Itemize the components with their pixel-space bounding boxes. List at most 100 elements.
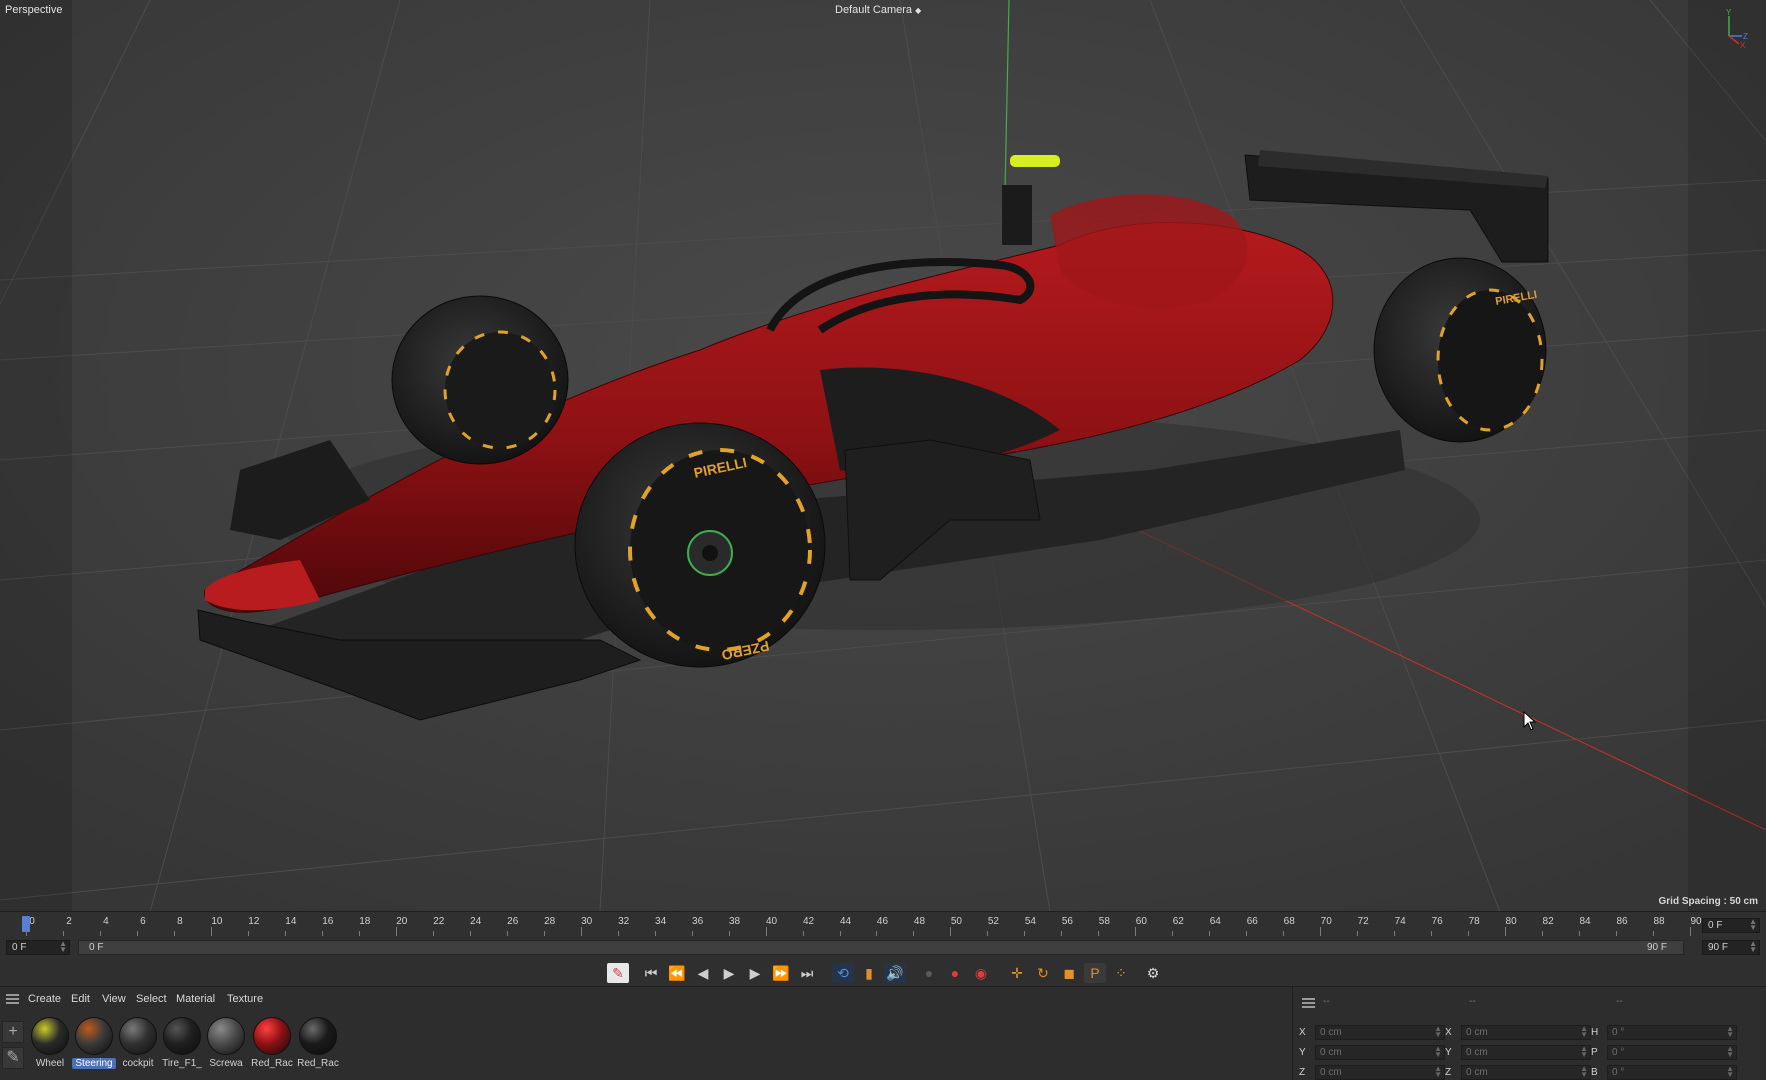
material-swatch[interactable]: Wheel (28, 1017, 72, 1077)
size-axis-label: Z (1445, 1067, 1452, 1078)
previous-key-icon[interactable]: ⏪ (666, 963, 688, 983)
key-parameter-icon[interactable]: P (1084, 963, 1106, 983)
spinner-icon[interactable]: ▲ ▼ (1726, 1045, 1734, 1059)
spinner-icon[interactable]: ▲ ▼ (1434, 1065, 1442, 1079)
scene-canvas[interactable]: PIRELLI PIRELLI PZERO (0, 0, 1766, 912)
timeline-tick-label: 8 (177, 916, 183, 927)
material-label: Steering (72, 1058, 116, 1069)
scheme-icon[interactable]: ⚙ (1142, 963, 1164, 983)
timeline-tick (469, 931, 471, 936)
timeline-tick-label: 60 (1135, 916, 1147, 927)
end-frame-field[interactable]: 90 F ▲ ▼ (1702, 940, 1760, 955)
key-position-icon[interactable]: ✛ (1006, 963, 1028, 983)
current-frame-spinner-icon[interactable]: ▲ ▼ (1749, 918, 1757, 932)
sound-icon[interactable]: 🔊 (884, 963, 906, 983)
material-swatch[interactable]: Screwa (204, 1017, 248, 1077)
previous-frame-icon[interactable]: ◀ (692, 963, 714, 983)
rotation-p-field[interactable]: 0 ° ▲ ▼ (1607, 1045, 1737, 1060)
timeline-tick-label: 82 (1542, 916, 1554, 927)
timeline-tick-label: 46 (876, 916, 889, 927)
spinner-icon[interactable]: ▲ ▼ (1726, 1065, 1734, 1079)
material-swatch[interactable]: Red_Rac (250, 1017, 294, 1077)
hamburger-menu-icon[interactable] (6, 994, 19, 1004)
menu-create[interactable]: Create (28, 993, 61, 1005)
size-z-field[interactable]: 0 cm ▲ ▼ (1461, 1065, 1591, 1080)
key-pla-icon[interactable]: ⁘ (1110, 963, 1132, 983)
safe-frame-left (0, 0, 72, 911)
spinner-icon[interactable]: ▲ ▼ (1580, 1025, 1588, 1039)
start-frame-field[interactable]: 0 F ▲ ▼ (6, 940, 70, 955)
spinner-icon[interactable]: ▲ ▼ (1434, 1025, 1442, 1039)
timeline-tick-label: 4 (103, 916, 109, 927)
timeline-tick (654, 931, 656, 936)
record-active-icon[interactable]: ● (944, 963, 966, 983)
material-preview-ball (207, 1017, 245, 1055)
coords-menu-icon[interactable] (1302, 998, 1315, 1008)
timeline-tick (1505, 927, 1507, 936)
start-frame-spinner-icon[interactable]: ▲ ▼ (59, 940, 67, 954)
timeline-tick-label: 70 (1320, 916, 1332, 927)
position-y-field[interactable]: 0 cm ▲ ▼ (1315, 1045, 1445, 1060)
next-key-icon[interactable]: ⏩ (770, 963, 792, 983)
timeline-tick (173, 931, 175, 936)
timeline-tick-label: 84 (1579, 916, 1591, 927)
rotation-h-field[interactable]: 0 ° ▲ ▼ (1607, 1025, 1737, 1040)
timeline-tick-label: 90 (1690, 916, 1702, 927)
timeline-tick (987, 931, 989, 936)
loop-icon[interactable]: ⟲ (832, 963, 854, 983)
timeline-tick-label: 52 (987, 916, 999, 927)
menu-edit[interactable]: Edit (71, 993, 90, 1005)
spinner-icon[interactable]: ▲ ▼ (1434, 1045, 1442, 1059)
viewport-mode-label[interactable]: Perspective (5, 4, 62, 16)
add-material-icon[interactable]: + (2, 1021, 24, 1043)
autokey-icon[interactable]: ◉ (970, 963, 992, 983)
material-swatch[interactable]: Steering (72, 1017, 116, 1077)
timeline-tick-label: 0 (29, 916, 35, 927)
material-label: Screwa (209, 1058, 243, 1069)
key-scale-icon[interactable]: ◼ (1058, 963, 1080, 983)
play-forward-icon[interactable]: ▶ (718, 963, 740, 983)
timeline-tick (913, 931, 915, 936)
spinner-icon[interactable]: ▲ ▼ (1580, 1045, 1588, 1059)
go-to-end-icon[interactable]: ⏭ (796, 963, 818, 983)
next-frame-icon[interactable]: ▶ (744, 963, 766, 983)
size-value: 0 cm (1466, 1067, 1488, 1078)
position-x-field[interactable]: 0 cm ▲ ▼ (1315, 1025, 1445, 1040)
timeline[interactable]: 0 2 4 6 8 10 12 14 16 18 20 22 24 26 28 30 32 34 36 38 40 42 4… (0, 912, 1766, 960)
material-swatch[interactable]: Red_Rac (296, 1017, 340, 1077)
material-swatch[interactable]: Tire_F1_ (160, 1017, 204, 1077)
menu-view[interactable]: View (102, 993, 126, 1005)
camera-menu-icon[interactable]: ◆ (915, 6, 921, 15)
timeline-tick-label: 38 (729, 916, 741, 927)
timeline-tick-label: 62 (1172, 916, 1184, 927)
timeline-tick (1468, 931, 1470, 936)
spinner-icon[interactable]: ▲ ▼ (1580, 1065, 1588, 1079)
axis-gizmo-icon: Y Z X (1726, 8, 1748, 48)
safe-frame-right (1688, 0, 1766, 911)
animation-layer-icon[interactable]: ▮ (858, 963, 880, 983)
size-value: 0 cm (1466, 1047, 1488, 1058)
viewport-perspective[interactable]: PIRELLI PIRELLI PZERO Perspective Defaul… (0, 0, 1766, 912)
material-swatch[interactable]: cockpit (116, 1017, 160, 1077)
end-frame-spinner-icon[interactable]: ▲ ▼ (1749, 940, 1757, 954)
record-disabled-icon[interactable]: ● (918, 963, 940, 983)
position-z-field[interactable]: 0 cm ▲ ▼ (1315, 1065, 1445, 1080)
size-x-field[interactable]: 0 cm ▲ ▼ (1461, 1025, 1591, 1040)
menu-select[interactable]: Select (136, 993, 167, 1005)
coordinates-manager: -- -- -- X0 cm ▲ ▼ Y 0 cm ▲ ▼ Z 0 cm ▲ ▼ X 0 cm ▲ ▼ Y 0 … (1292, 986, 1766, 1080)
keyframe-mode-icon[interactable]: ✎ (607, 963, 629, 983)
spinner-icon[interactable]: ▲ ▼ (1726, 1025, 1734, 1039)
menu-texture[interactable]: Texture (227, 993, 263, 1005)
timeline-playhead[interactable] (22, 916, 30, 932)
key-rotation-icon[interactable]: ↻ (1032, 963, 1054, 983)
timeline-tick-label: 18 (359, 916, 371, 927)
edit-material-icon[interactable]: ✎ (2, 1047, 24, 1069)
viewport-camera-label[interactable]: Default Camera ◆ (835, 4, 921, 16)
current-frame-field[interactable]: 0 F ▲ ▼ (1702, 918, 1760, 933)
go-to-start-icon[interactable]: ⏮ (640, 963, 662, 983)
timeline-ruler[interactable]: 0 2 4 6 8 10 12 14 16 18 20 22 24 26 28 30 32 34 36 38 40 42 4… (8, 914, 1702, 936)
rotation-b-field[interactable]: 0 ° ▲ ▼ (1607, 1065, 1737, 1080)
size-y-field[interactable]: 0 cm ▲ ▼ (1461, 1045, 1591, 1060)
menu-material[interactable]: Material (176, 993, 215, 1005)
preview-range-slider[interactable]: 0 F 90 F (78, 940, 1684, 955)
